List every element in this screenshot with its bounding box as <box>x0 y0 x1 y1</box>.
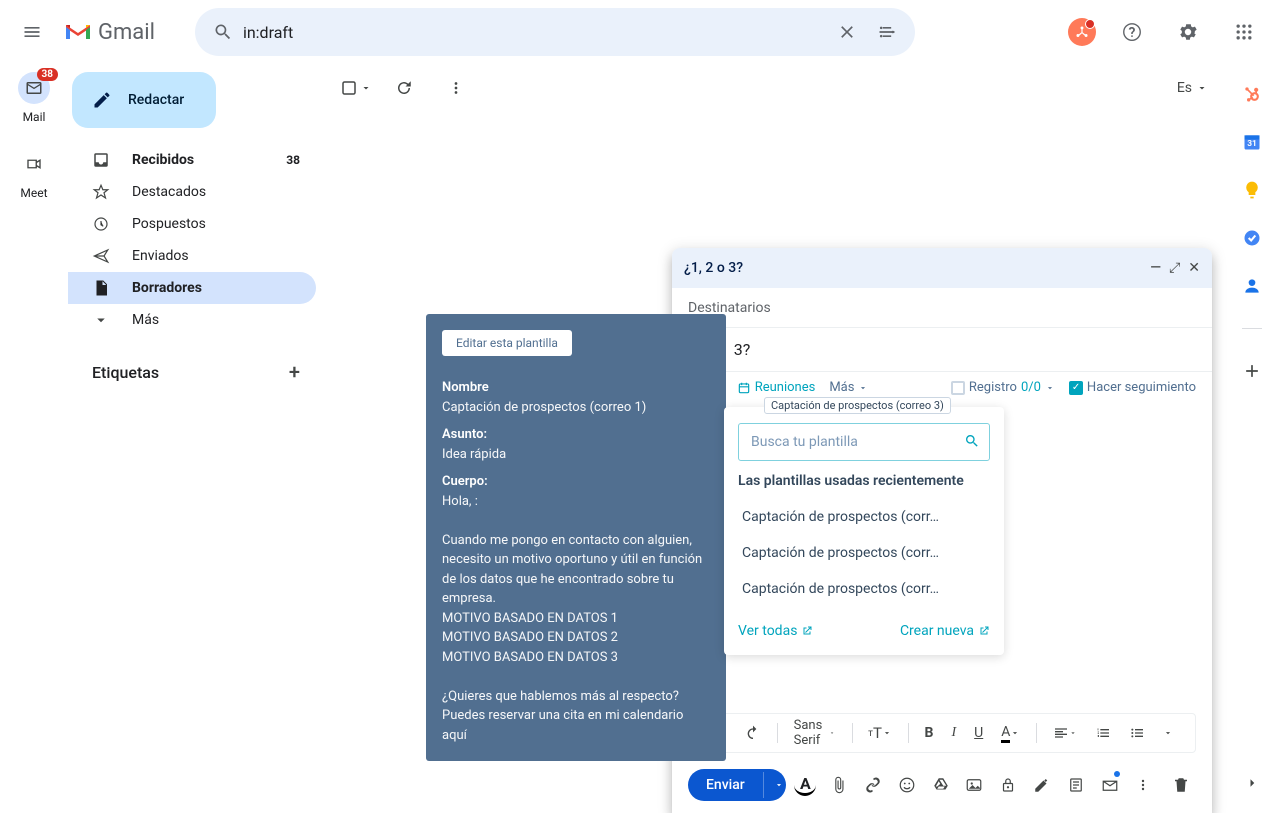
clear-search-icon[interactable] <box>827 12 867 52</box>
select-all-checkbox[interactable] <box>340 79 372 97</box>
sidepanel-tasks-icon[interactable] <box>1242 228 1262 248</box>
edit-template-button[interactable]: Editar esta plantilla <box>442 330 572 356</box>
align-button[interactable] <box>1047 721 1083 745</box>
more-options-button[interactable] <box>436 68 476 108</box>
settings-icon[interactable] <box>1168 12 1208 52</box>
sidebar-item-snoozed[interactable]: Pospuestos <box>68 208 316 240</box>
hb-track[interactable]: Hacer seguimiento <box>1069 380 1196 395</box>
create-new-template-link[interactable]: Crear nueva <box>900 623 990 639</box>
send-more-button[interactable] <box>1128 769 1158 801</box>
template-item[interactable]: Captación de prospectos (corr… <box>738 571 990 607</box>
gmail-icon <box>64 21 92 43</box>
chevron-down-icon <box>360 82 372 94</box>
sidebar-item-more[interactable]: Más <box>68 304 316 336</box>
hb-meetings[interactable]: Reuniones <box>737 380 816 395</box>
add-label-button[interactable]: + <box>289 360 300 384</box>
mail-badge: 38 <box>37 68 58 81</box>
mail-icon <box>25 79 43 97</box>
hubspot-status-icon[interactable] <box>1068 18 1096 46</box>
support-icon[interactable] <box>1112 12 1152 52</box>
font-size-button[interactable]: тT <box>862 720 898 746</box>
hb-more[interactable]: Más <box>829 380 868 395</box>
gmail-logo[interactable]: Gmail <box>64 20 155 45</box>
drive-button[interactable] <box>926 769 956 801</box>
compose-button[interactable]: Redactar <box>72 72 216 128</box>
bulleted-list-button[interactable] <box>1123 721 1151 745</box>
send-icon <box>92 247 112 265</box>
rail-mail[interactable]: 38 Mail <box>18 72 50 124</box>
view-all-templates-link[interactable]: Ver todas <box>738 623 813 639</box>
font-family-select[interactable]: Sans Serif <box>788 714 842 752</box>
link-button[interactable] <box>858 769 888 801</box>
apps-icon[interactable] <box>1224 12 1264 52</box>
underline-button[interactable]: U <box>968 721 989 745</box>
minimize-icon[interactable]: — <box>1150 260 1161 276</box>
template-item[interactable]: Captación de prospectos (corr… <box>738 535 990 571</box>
template-search-input[interactable] <box>738 423 990 461</box>
language-selector[interactable]: Es <box>1177 80 1208 96</box>
attach-button[interactable] <box>824 769 854 801</box>
formatting-toggle-button[interactable]: A <box>790 769 820 801</box>
sidebar-item-drafts[interactable]: Borradores <box>68 272 316 304</box>
search-icon[interactable] <box>203 12 243 52</box>
search-options-icon[interactable] <box>867 12 907 52</box>
pencil-icon <box>92 90 112 110</box>
signature-button[interactable] <box>1027 769 1057 801</box>
template-item[interactable]: Captación de prospectos (corr… <box>738 499 990 535</box>
discard-button[interactable] <box>1166 769 1196 801</box>
image-button[interactable] <box>960 769 990 801</box>
svg-text:31: 31 <box>1247 139 1257 149</box>
send-button[interactable]: Enviar <box>688 769 786 801</box>
inbox-icon <box>92 151 112 169</box>
templates-button[interactable] <box>1061 769 1091 801</box>
search-input[interactable] <box>243 23 827 42</box>
more-format-button[interactable] <box>1157 724 1179 742</box>
close-icon[interactable]: ✕ <box>1188 260 1200 276</box>
star-icon <box>92 183 112 201</box>
hb-log[interactable]: Registro 0/0 <box>951 380 1055 395</box>
confidential-button[interactable] <box>993 769 1023 801</box>
main-menu-button[interactable] <box>8 8 56 56</box>
template-popup: Captación de prospectos (correo 3) Las p… <box>724 407 1004 655</box>
labels-header: Etiquetas + <box>68 360 316 384</box>
sidepanel-contacts-icon[interactable] <box>1242 276 1262 296</box>
schedule-button[interactable] <box>1095 769 1125 801</box>
italic-button[interactable]: I <box>945 721 962 745</box>
sidebar-item-sent[interactable]: Enviados <box>68 240 316 272</box>
recipients-field[interactable]: Destinatarios <box>672 288 1212 328</box>
compose-header[interactable]: ¿1, 2 o 3? — ⤢ ✕ <box>672 248 1212 288</box>
send-options-dropdown[interactable] <box>763 772 787 798</box>
emoji-button[interactable] <box>892 769 922 801</box>
calendar-small-icon <box>737 381 751 395</box>
sidepanel-calendar-icon[interactable]: 31 <box>1242 132 1262 152</box>
format-toolbar: Sans Serif тT B I U A <box>688 713 1196 753</box>
clock-icon <box>92 215 112 233</box>
file-icon <box>92 279 112 297</box>
template-preview-tooltip: Editar esta plantilla Nombre Captación d… <box>426 314 726 761</box>
sidepanel-hubspot-icon[interactable] <box>1242 84 1262 104</box>
subject-field[interactable]: ¿1, 2 o 3? <box>672 328 1212 372</box>
sidepanel-add-icon[interactable] <box>1242 361 1262 381</box>
meet-icon <box>25 155 43 173</box>
search-icon[interactable] <box>964 433 980 449</box>
sidepanel-collapse-icon[interactable] <box>1242 773 1262 793</box>
sidebar-item-inbox[interactable]: Recibidos 38 <box>68 144 316 176</box>
chevron-down-icon <box>92 311 112 329</box>
text-color-button[interactable]: A <box>995 720 1026 747</box>
gmail-logo-text: Gmail <box>98 20 155 45</box>
sidepanel-keep-icon[interactable] <box>1242 180 1262 200</box>
search-box <box>195 8 915 56</box>
bold-button[interactable]: B <box>919 721 940 745</box>
rail-meet[interactable]: Meet <box>18 148 50 200</box>
refresh-button[interactable] <box>384 68 424 108</box>
template-chip: Captación de prospectos (correo 3) <box>764 397 951 414</box>
sidebar-item-starred[interactable]: Destacados <box>68 176 316 208</box>
expand-icon[interactable]: ⤢ <box>1169 260 1180 276</box>
redo-button[interactable] <box>739 721 767 745</box>
numbered-list-button[interactable] <box>1089 721 1117 745</box>
